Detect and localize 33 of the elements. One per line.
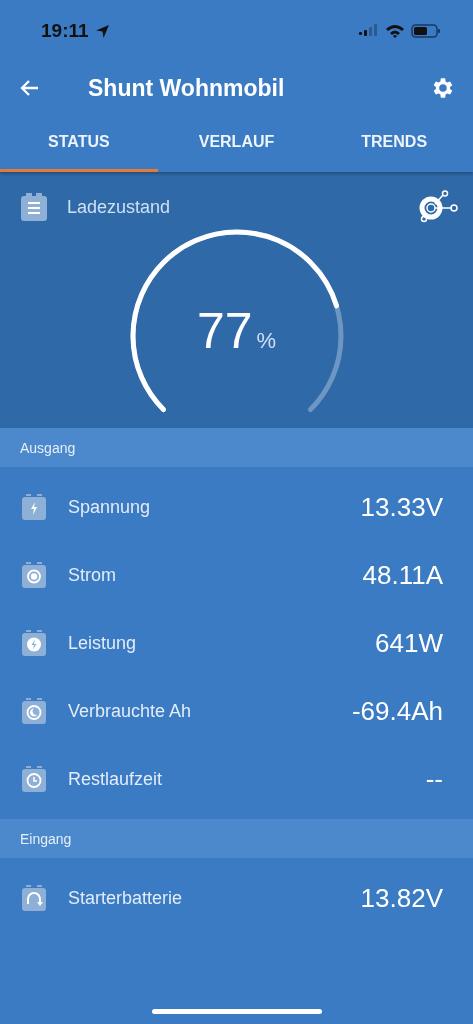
metric-value: -69.4Ah: [351, 695, 443, 727]
metric-value: 48.11A: [362, 559, 443, 591]
metric-label: Verbrauchte Ah: [68, 700, 192, 722]
signal-icon: [359, 24, 379, 38]
status-time: 19:11: [41, 20, 89, 42]
power-icon: [22, 630, 46, 656]
location-arrow-icon: [94, 23, 110, 39]
network-icon[interactable]: [419, 190, 459, 224]
target-icon: [22, 562, 46, 588]
metric-value: 641W: [375, 627, 443, 659]
clock-icon: [22, 766, 46, 792]
metric-value: --: [425, 763, 443, 795]
gauge-value: 77: [196, 302, 253, 360]
cycle-icon: [22, 885, 46, 911]
list-icon: [21, 193, 47, 221]
battery-icon: [411, 24, 441, 38]
metric-value: 13.82V: [360, 882, 443, 914]
metric-value: 13.33V: [360, 491, 443, 523]
section-header: Ausgang: [0, 428, 473, 467]
wifi-icon: [385, 24, 405, 38]
tab[interactable]: VERLAUF: [157, 114, 316, 172]
metric-label: Strom: [68, 564, 116, 586]
screen-title: Shunt Wohnmobil: [88, 74, 286, 102]
metric-label: Leistung: [68, 632, 137, 654]
metric-label: Spannung: [68, 496, 151, 518]
gauge-unit: %: [256, 328, 277, 354]
gauge-label: Ladezustand: [67, 196, 171, 218]
bolt-icon: [22, 494, 46, 520]
metric-label: Starterbatterie: [68, 887, 183, 909]
section-header: Eingang: [0, 819, 473, 858]
tab[interactable]: TRENDS: [315, 114, 473, 172]
moon-icon: [22, 698, 46, 724]
metric-label: Restlaufzeit: [68, 768, 163, 790]
